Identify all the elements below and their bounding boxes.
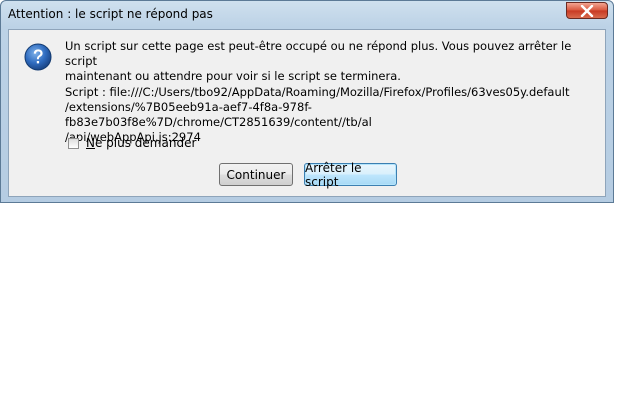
dont-ask-again-option[interactable]: Ne plus demander bbox=[68, 136, 196, 150]
message-line-2: maintenant ou attendre pour voir si le s… bbox=[65, 69, 401, 83]
dialog-window: Attention : le script ne répond pas Un s… bbox=[0, 0, 614, 203]
close-x-icon bbox=[580, 4, 594, 17]
close-button[interactable] bbox=[566, 2, 608, 19]
dont-ask-again-checkbox[interactable] bbox=[68, 137, 79, 149]
title-bar[interactable]: Attention : le script ne répond pas bbox=[1, 1, 613, 29]
question-mark-icon bbox=[24, 43, 52, 71]
continue-button[interactable]: Continuer bbox=[219, 163, 293, 186]
window-title: Attention : le script ne répond pas bbox=[8, 7, 213, 21]
message-line-1: Un script sur cette page est peut-être o… bbox=[65, 39, 572, 68]
message-text: Un script sur cette page est peut-être o… bbox=[65, 39, 585, 84]
script-line-1: Script : file:///C:/Users/tbo92/AppData/… bbox=[65, 85, 570, 99]
stop-script-button[interactable]: Arrêter le script bbox=[304, 161, 397, 189]
dont-ask-again-label[interactable]: Ne plus demander bbox=[86, 136, 196, 150]
label-rest: e plus demander bbox=[94, 136, 197, 150]
dialog-content: Un script sur cette page est peut-être o… bbox=[8, 29, 606, 197]
label-mnemonic: N bbox=[86, 136, 95, 150]
script-line-2: /extensions/%7B05eeb91a-aef7-4f8a-978f-f… bbox=[65, 100, 372, 129]
